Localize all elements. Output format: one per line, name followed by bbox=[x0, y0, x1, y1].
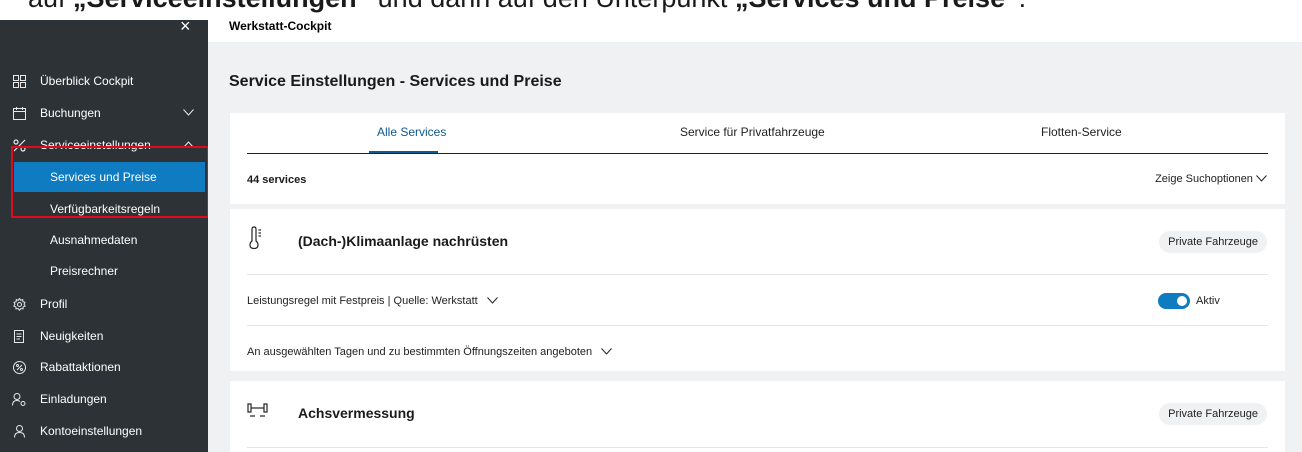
caption-text: auf „Serviceeinstellungen“ und dann auf … bbox=[28, 0, 1026, 14]
sidebar-subitem-label: Preisrechner bbox=[50, 264, 119, 278]
search-options-toggle[interactable]: Zeige Suchoptionen bbox=[1155, 173, 1267, 185]
main-content: Werkstatt-Cockpit Service Einstellungen … bbox=[208, 19, 1302, 452]
close-icon[interactable]: × bbox=[180, 16, 191, 37]
sidebar-item-neuigkeiten[interactable]: Neuigkeiten bbox=[0, 321, 208, 351]
thermometer-icon bbox=[247, 226, 267, 250]
instruction-caption: auf „Serviceeinstellungen“ und dann auf … bbox=[0, 0, 1302, 20]
chevron-down-icon bbox=[487, 295, 498, 307]
highlight-frame bbox=[11, 146, 209, 218]
service-name[interactable]: (Dach-)Klimaanlage nachrüsten bbox=[298, 233, 508, 249]
sidebar-item-label: Buchungen bbox=[40, 106, 101, 120]
toggle-knob bbox=[1177, 296, 1187, 306]
vehicle-type-badge: Private Fahrzeuge bbox=[1159, 231, 1267, 253]
sidebar-item-label: Einladungen bbox=[40, 392, 107, 406]
service-card: Achsvermessung Private Fahrzeuge bbox=[230, 381, 1285, 452]
availability-toggle[interactable]: An ausgewählten Tagen und zu bestimmten … bbox=[247, 346, 613, 358]
sidebar-item-label: Überblick Cockpit bbox=[40, 74, 134, 88]
sidebar-item-profil[interactable]: Profil bbox=[0, 289, 208, 319]
axle-icon bbox=[247, 403, 268, 427]
service-card: (Dach-)Klimaanlage nachrüsten Private Fa… bbox=[230, 209, 1285, 371]
top-bar: Werkstatt-Cockpit bbox=[208, 19, 1302, 42]
divider bbox=[247, 274, 1268, 275]
sidebar-item-label: Kontoeinstellungen bbox=[40, 424, 143, 438]
chevron-down-icon bbox=[601, 346, 613, 358]
grid-icon bbox=[12, 74, 26, 88]
sidebar-subitem-preisrechner[interactable]: Preisrechner bbox=[0, 256, 208, 286]
services-count: 44 services bbox=[247, 174, 307, 186]
tab-alle-services[interactable]: Alle Services bbox=[377, 125, 446, 139]
divider bbox=[247, 325, 1268, 326]
sidebar-subitem-ausnahmedaten[interactable]: Ausnahmedaten bbox=[0, 225, 208, 255]
page: auf „Serviceeinstellungen“ und dann auf … bbox=[0, 0, 1302, 452]
sidebar-item-rabattaktionen[interactable]: Rabattaktionen bbox=[0, 352, 208, 382]
calendar-icon bbox=[12, 106, 26, 120]
discount-icon bbox=[12, 360, 26, 374]
sidebar-item-label: Rabattaktionen bbox=[40, 360, 121, 374]
user-plus-icon bbox=[12, 392, 26, 406]
sidebar: × Überblick Cockpit Buchungen Serviceein… bbox=[0, 16, 209, 452]
sidebar-item-einladungen[interactable]: Einladungen bbox=[0, 384, 208, 414]
sidebar-item-kontoeinstellungen[interactable]: Kontoeinstellungen bbox=[0, 416, 208, 446]
chevron-down-icon bbox=[183, 107, 194, 119]
gear-icon bbox=[12, 297, 26, 311]
user-icon bbox=[12, 424, 26, 438]
toggle-label: Aktiv bbox=[1196, 295, 1220, 307]
sidebar-item-buchungen[interactable]: Buchungen bbox=[0, 98, 208, 128]
sidebar-item-ueberblick-cockpit[interactable]: Überblick Cockpit bbox=[0, 66, 208, 96]
sidebar-item-label: Profil bbox=[40, 297, 68, 311]
active-toggle[interactable] bbox=[1158, 293, 1190, 309]
sidebar-item-label: Neuigkeiten bbox=[40, 329, 104, 343]
tab-flotten-service[interactable]: Flotten-Service bbox=[1041, 125, 1122, 139]
sidebar-subitem-label: Ausnahmedaten bbox=[50, 233, 138, 247]
app-title: Werkstatt-Cockpit bbox=[229, 19, 332, 33]
service-rule-label: Leistungsregel mit Festpreis | Quelle: W… bbox=[247, 295, 478, 307]
page-title: Service Einstellungen - Services und Pre… bbox=[229, 73, 562, 90]
chevron-down-icon bbox=[1256, 173, 1267, 185]
divider bbox=[247, 447, 1268, 448]
services-tabs-card: Alle Services Service für Privatfahrzeug… bbox=[230, 113, 1285, 204]
document-icon bbox=[12, 329, 26, 343]
tabs-divider bbox=[247, 153, 1268, 154]
service-name[interactable]: Achsvermessung bbox=[298, 405, 415, 421]
search-options-label: Zeige Suchoptionen bbox=[1155, 173, 1253, 185]
active-tab-indicator bbox=[369, 151, 438, 153]
tab-privatfahrzeuge[interactable]: Service für Privatfahrzeuge bbox=[680, 125, 825, 139]
vehicle-type-badge: Private Fahrzeuge bbox=[1159, 403, 1267, 425]
service-rule-toggle[interactable]: Leistungsregel mit Festpreis | Quelle: W… bbox=[247, 295, 498, 307]
availability-label: An ausgewählten Tagen und zu bestimmten … bbox=[247, 346, 593, 358]
